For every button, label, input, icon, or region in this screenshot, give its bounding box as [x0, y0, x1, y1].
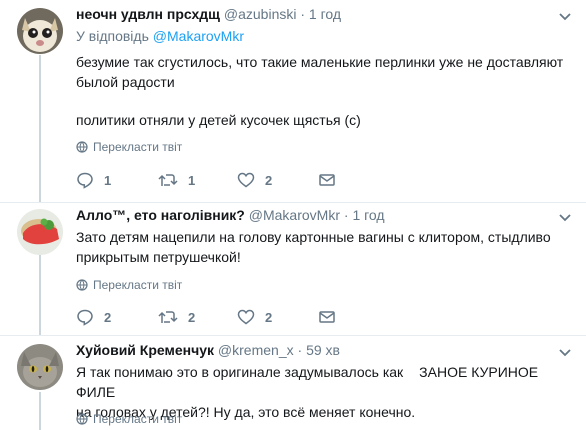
translate-label: Перекласти твіт — [93, 278, 183, 292]
dm-button[interactable] — [318, 307, 346, 327]
timestamp[interactable]: 1 год — [309, 6, 341, 22]
tweet-header: неочн удвлн прсхдщ @azubinski · 1 год — [76, 6, 341, 22]
timestamp[interactable]: 1 год — [352, 207, 384, 223]
retweet-icon — [158, 174, 178, 186]
tweet-1[interactable]: неочн удвлн прсхдщ @azubinski · 1 год У … — [0, 0, 586, 202]
separator-dot: · — [300, 6, 306, 22]
translate-link[interactable]: Перекласти твіт — [76, 412, 182, 426]
user-handle[interactable]: @kremen_x — [218, 342, 294, 358]
retweet-icon — [158, 311, 178, 323]
display-name[interactable]: Хуйовий Кременчук — [76, 342, 214, 358]
reply-count: 1 — [104, 172, 112, 188]
translate-link[interactable]: Перекласти твіт — [76, 140, 182, 154]
tweet-header: Алло™, ето наголівник? @MakarovMkr · 1 г… — [76, 207, 385, 223]
like-icon — [237, 309, 255, 325]
tweet-text-line: Зато детям нацепили на голову картонные … — [76, 229, 551, 265]
avatar[interactable] — [17, 344, 63, 390]
food-avatar-icon — [17, 209, 63, 255]
dm-icon — [319, 311, 335, 323]
like-count: 2 — [265, 309, 273, 325]
retweet-button[interactable]: 1 — [158, 170, 195, 190]
reply-icon — [77, 309, 93, 326]
cat-avatar-icon — [17, 8, 63, 54]
tweet-text-line: безумие так сгустилось, что такие малень… — [76, 54, 564, 90]
dm-icon — [319, 174, 335, 186]
chevron-down-icon[interactable] — [558, 211, 572, 225]
user-handle[interactable]: @azubinski — [224, 6, 297, 22]
avatar[interactable] — [17, 8, 63, 54]
reply-count: 2 — [104, 309, 112, 325]
like-icon — [237, 172, 255, 188]
reply-button[interactable]: 2 — [76, 307, 111, 327]
tweet-3[interactable]: Хуйовий Кременчук @kremen_x · 59 хв Я та… — [0, 336, 586, 430]
tweet-text-fragment: Я так понимаю это в оригинале задумывало… — [76, 364, 404, 380]
like-button[interactable]: 2 — [237, 170, 272, 190]
reply-prefix: У відповідь — [76, 28, 149, 44]
retweet-count: 2 — [188, 309, 196, 325]
tweet-text: безумие так сгустилось, что такие малень… — [76, 52, 572, 130]
reply-mention-link[interactable]: @MakarovMkr — [153, 28, 244, 44]
avatar[interactable] — [17, 209, 63, 255]
reply-icon — [77, 172, 93, 189]
reply-context: У відповідь @MakarovMkr — [76, 28, 244, 44]
tweet-text: Зато детям нацепили на голову картонные … — [76, 227, 572, 267]
tweet-text-line: Я так понимаю это в оригинале задумывало… — [76, 362, 576, 402]
user-handle[interactable]: @MakarovMkr — [249, 207, 340, 223]
translate-label: Перекласти твіт — [93, 412, 183, 426]
tweet-actions: 1 1 2 — [76, 170, 336, 190]
globe-icon — [76, 141, 88, 153]
separator-dot: · — [297, 342, 303, 358]
tweet-text-line: политики отняли у детей кусочек щястья (… — [76, 112, 361, 128]
dm-button[interactable] — [318, 170, 346, 190]
retweet-button[interactable]: 2 — [158, 307, 195, 327]
tweet-header: Хуйовий Кременчук @kremen_x · 59 хв — [76, 342, 340, 358]
thread-line — [39, 255, 41, 335]
reply-button[interactable]: 1 — [76, 170, 111, 190]
globe-icon — [76, 279, 88, 291]
thread-line — [39, 392, 41, 430]
timestamp[interactable]: 59 хв — [306, 342, 340, 358]
globe-icon — [76, 413, 88, 425]
retweet-count: 1 — [188, 172, 196, 188]
cat-avatar-icon — [17, 344, 63, 390]
like-count: 2 — [265, 172, 273, 188]
translate-link[interactable]: Перекласти твіт — [76, 278, 182, 292]
thread-line — [39, 55, 41, 202]
separator-dot: · — [343, 207, 349, 223]
translate-label: Перекласти твіт — [93, 140, 183, 154]
like-button[interactable]: 2 — [237, 307, 272, 327]
tweet-actions: 2 2 2 — [76, 307, 336, 327]
display-name[interactable]: неочн удвлн прсхдщ — [76, 6, 220, 22]
chevron-down-icon[interactable] — [558, 10, 572, 24]
display-name[interactable]: Алло™, ето наголівник? — [76, 207, 245, 223]
chevron-down-icon[interactable] — [558, 346, 572, 360]
tweet-2[interactable]: Алло™, ето наголівник? @MakarovMkr · 1 г… — [0, 203, 586, 335]
